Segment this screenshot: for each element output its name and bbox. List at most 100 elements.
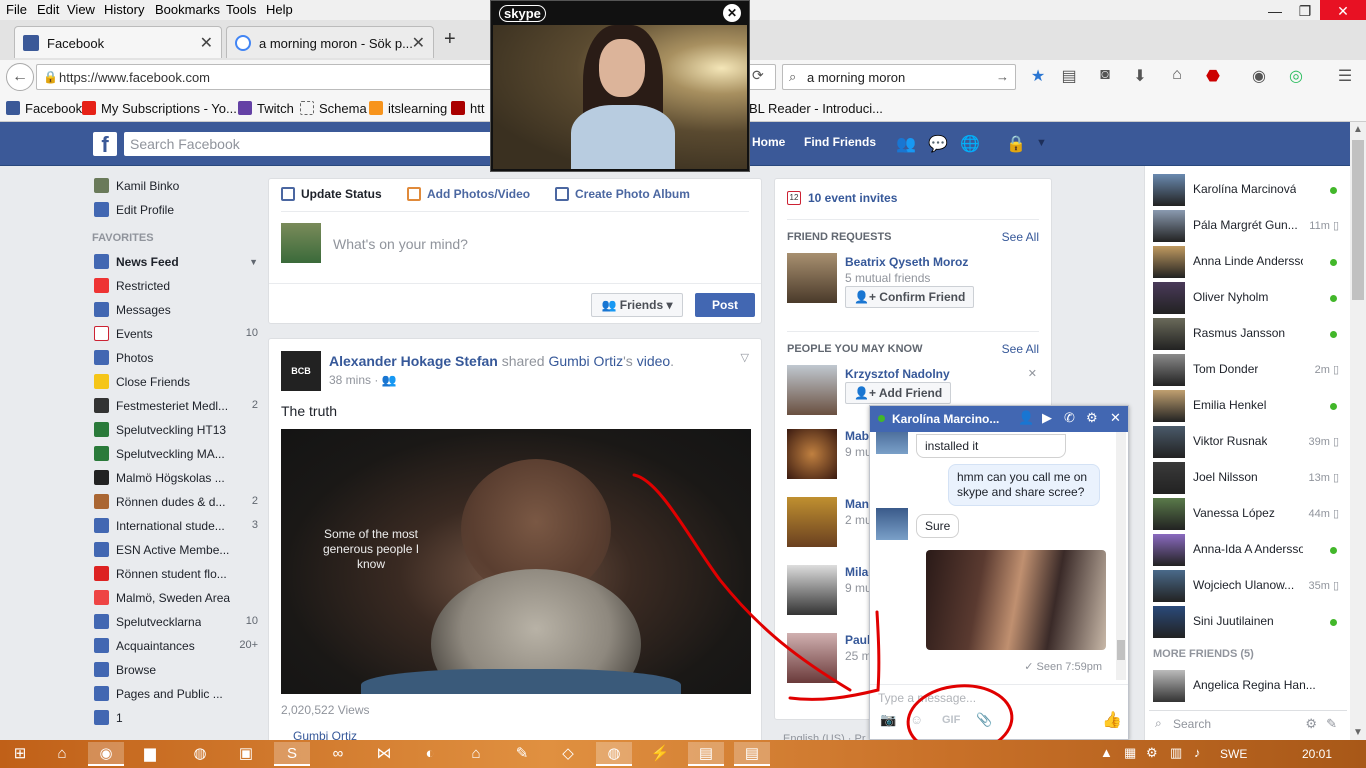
visual-studio-icon[interactable]: ⋈ (366, 742, 402, 766)
back-arrow-icon[interactable]: ← (6, 63, 34, 91)
gear-icon[interactable]: ⚙ (1305, 716, 1317, 732)
tab-update-status[interactable]: Update Status (281, 187, 382, 201)
bookmark-star-icon[interactable]: ★ (1028, 66, 1048, 86)
app-icon[interactable]: ∞ (320, 742, 356, 766)
chat-scrollbar[interactable] (1116, 432, 1126, 680)
app-icon[interactable]: ⌂ (458, 742, 494, 766)
account-menu-arrow-icon[interactable]: ▼ (1036, 137, 1047, 149)
audience-selector[interactable]: 👥 Friends ▾ (591, 293, 683, 317)
add-people-icon[interactable]: 👤 (1018, 410, 1034, 426)
close-icon[interactable]: ✕ (1110, 410, 1121, 426)
sidebar-item-edit-profile[interactable]: Edit Profile (92, 198, 262, 222)
go-arrow-icon[interactable]: → (996, 69, 1009, 84)
chat-search-input[interactable]: ⌕ Search ⚙ ✎ (1149, 710, 1347, 734)
avatar[interactable] (787, 633, 837, 683)
notifications-globe-icon[interactable]: 🌐 (960, 134, 980, 154)
bookmark-http[interactable]: htt (451, 101, 484, 116)
sidebar-item-browse[interactable]: Browse (92, 658, 262, 682)
chevron-down-icon[interactable]: ▽ (741, 351, 749, 364)
dismiss-icon[interactable]: ✕ (1028, 367, 1037, 380)
scrollbar-thumb[interactable] (1117, 640, 1125, 660)
chat-friend-row[interactable]: Vanessa López 44m ▯ (1145, 494, 1351, 530)
unity-icon[interactable]: ◇ (550, 742, 586, 766)
chevron-down-icon[interactable]: ▼ (249, 257, 258, 267)
downloads-icon[interactable]: ⬇ (1130, 66, 1150, 86)
sidebar-item-spelutveckling-ma[interactable]: Spelutveckling MA... (92, 442, 262, 466)
app-icon[interactable]: ▣ (228, 742, 264, 766)
scroll-up-icon[interactable]: ▲ (1353, 124, 1363, 135)
new-tab-icon[interactable]: + (444, 28, 456, 51)
sidebar-item-list-1[interactable]: 1 (92, 706, 262, 730)
sticker-icon[interactable]: ☺ (910, 712, 923, 727)
messages-icon[interactable]: 💬 (928, 134, 948, 154)
firefox-icon[interactable]: ◉ (88, 742, 124, 766)
chat-friend-row[interactable]: Wojciech Ulanow... 35m ▯ (1145, 566, 1351, 602)
sidebar-item-festmesteriet[interactable]: Festmesteriet Medl... 2 (92, 394, 262, 418)
tray-expand-icon[interactable]: ▲ (1100, 745, 1113, 760)
video-link[interactable]: video (637, 353, 670, 369)
chat-partner-name[interactable]: Karolína Marcino... (892, 412, 999, 426)
friend-request-name[interactable]: Beatrix Qyseth Moroz (845, 255, 968, 269)
sidebar-item-photos[interactable]: Photos (92, 346, 262, 370)
sidebar-item-spelutveckling-ht13[interactable]: Spelutveckling HT13 (92, 418, 262, 442)
restore-icon[interactable]: ❐ (1290, 0, 1320, 22)
video-player[interactable]: Some of the most generous people I know (281, 429, 751, 694)
notepad-icon[interactable]: ▤ (688, 742, 724, 766)
privacy-lock-icon[interactable]: 🔒 (1006, 134, 1026, 154)
chat-friend-row[interactable]: Oliver Nyholm (1145, 278, 1351, 314)
see-all-link[interactable]: See All (1002, 230, 1039, 244)
tab-add-photos[interactable]: Add Photos/Video (407, 187, 530, 201)
video-call-icon[interactable]: ▶ (1042, 410, 1052, 426)
spotify-icon[interactable]: ◍ (182, 742, 218, 766)
app-icon[interactable]: ⚡ (642, 742, 678, 766)
bookmark-schema[interactable]: Schema (300, 101, 367, 116)
facebook-search-input[interactable]: Search Facebook (124, 132, 504, 156)
menu-edit[interactable]: Edit (37, 2, 59, 17)
clock[interactable]: 20:01 (1302, 747, 1332, 761)
close-icon[interactable]: ✕ (723, 4, 741, 22)
sidebar-item-restricted[interactable]: Restricted (92, 274, 262, 298)
tab-facebook[interactable]: Facebook ✕ (14, 26, 222, 58)
avatar[interactable] (787, 365, 837, 415)
chat-friend-row[interactable]: Rasmus Jansson (1145, 314, 1351, 350)
sidebar-item-news-feed[interactable]: News Feed ▼ (92, 250, 262, 274)
adblock-icon[interactable]: ⬣ (1203, 66, 1223, 86)
avatar[interactable] (787, 565, 837, 615)
attachment-icon[interactable]: 📎 (976, 712, 992, 728)
suggestion-name[interactable]: Paul (845, 633, 870, 647)
gif-button[interactable]: GIF (942, 714, 960, 726)
minimize-icon[interactable]: — (1260, 0, 1290, 22)
menu-file[interactable]: File (6, 2, 27, 17)
app-icon[interactable]: ◐ (412, 742, 448, 766)
suggestion-name[interactable]: Mab (845, 429, 869, 443)
source-link[interactable]: Gumbi Ortiz (548, 353, 623, 369)
sidebar-item-esn-active[interactable]: ESN Active Membe... (92, 538, 262, 562)
skype-icon[interactable]: S (274, 742, 310, 766)
tab-create-album[interactable]: Create Photo Album (555, 187, 690, 201)
sidebar-item-acquaintances[interactable]: Acquaintances 20+ (92, 634, 262, 658)
pocket-icon[interactable]: ◙ (1095, 66, 1115, 84)
chat-friend-row[interactable]: Joel Nilsson 13m ▯ (1145, 458, 1351, 494)
file-explorer-icon[interactable]: ▆ (132, 742, 168, 766)
network-icon[interactable]: ▥ (1170, 745, 1182, 761)
tab-google-search[interactable]: a morning moron - Sök p... ✕ (226, 26, 434, 58)
thumbs-up-icon[interactable]: 👍 (1102, 710, 1122, 730)
window-close-icon[interactable]: ✕ (1320, 0, 1366, 22)
home-link[interactable]: Home (752, 135, 785, 149)
message-input[interactable]: Type a message... (870, 684, 1128, 705)
sidebar-item-malmo-sweden-area[interactable]: Malmö, Sweden Area (92, 586, 262, 610)
find-friends-link[interactable]: Find Friends (804, 135, 876, 149)
post-button[interactable]: Post (695, 293, 755, 317)
facebook-logo-icon[interactable]: f (93, 132, 117, 157)
avatar[interactable] (787, 497, 837, 547)
bookmark-youtube[interactable]: My Subscriptions - Yo... (82, 101, 237, 116)
chat-friend-row[interactable]: Angelica Regina Han... (1145, 666, 1351, 702)
chat-friend-row[interactable]: Karolína Marcinová (1145, 170, 1351, 206)
sidebar-item-malmo-hogskolas[interactable]: Malmö Högskolas ... (92, 466, 262, 490)
sidebar-item-profile[interactable]: Kamil Binko (92, 174, 262, 198)
camera-icon[interactable]: 📷 (880, 712, 896, 728)
chat-friend-row[interactable]: Pála Margrét Gun... 11m ▯ (1145, 206, 1351, 242)
chat-friend-row[interactable]: Emilia Henkel (1145, 386, 1351, 422)
new-message-icon[interactable]: ✎ (1326, 716, 1337, 732)
notepad-icon[interactable]: ✎ (504, 742, 540, 766)
